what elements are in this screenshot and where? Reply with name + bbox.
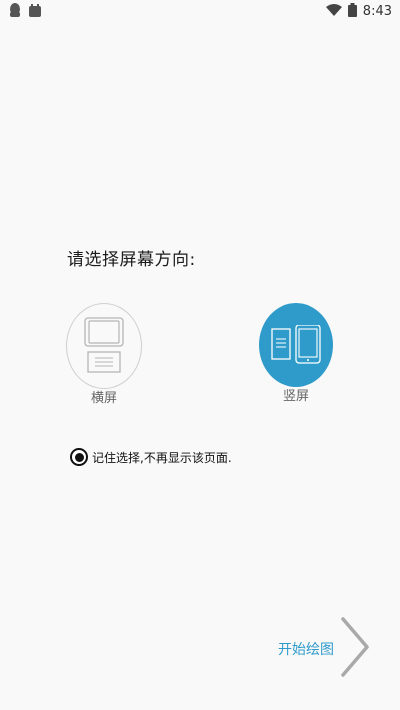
remember-text: 记住选择,不再显示该页面.: [92, 450, 232, 465]
portrait-label: 竖屏: [282, 389, 309, 404]
qq-icon: [8, 3, 22, 23]
start-drawing-button[interactable]: 开始绘图: [278, 617, 370, 681]
landscape-tablet-icon: [84, 317, 124, 373]
status-time: 8:43: [362, 4, 392, 19]
remember-choice[interactable]: 记住选择,不再显示该页面.: [70, 448, 232, 466]
portrait-option[interactable]: 竖屏: [258, 303, 334, 406]
portrait-circle[interactable]: [259, 303, 333, 387]
landscape-circle[interactable]: [66, 303, 142, 389]
status-bar: 8:43: [0, 0, 400, 24]
radio-dot: [74, 452, 84, 462]
start-drawing-label: 开始绘图: [278, 642, 334, 658]
portrait-tablet-icon: [271, 325, 321, 364]
battery-icon: [347, 2, 357, 21]
app-icon: [28, 3, 42, 23]
landscape-label: 横屏: [90, 391, 117, 406]
orientation-prompt: 请选择屏幕方向:: [67, 250, 196, 270]
remember-radio[interactable]: [70, 448, 88, 466]
chevron-right-icon[interactable]: [340, 617, 370, 681]
landscape-option[interactable]: 横屏: [66, 303, 142, 408]
wifi-icon: [325, 2, 342, 21]
